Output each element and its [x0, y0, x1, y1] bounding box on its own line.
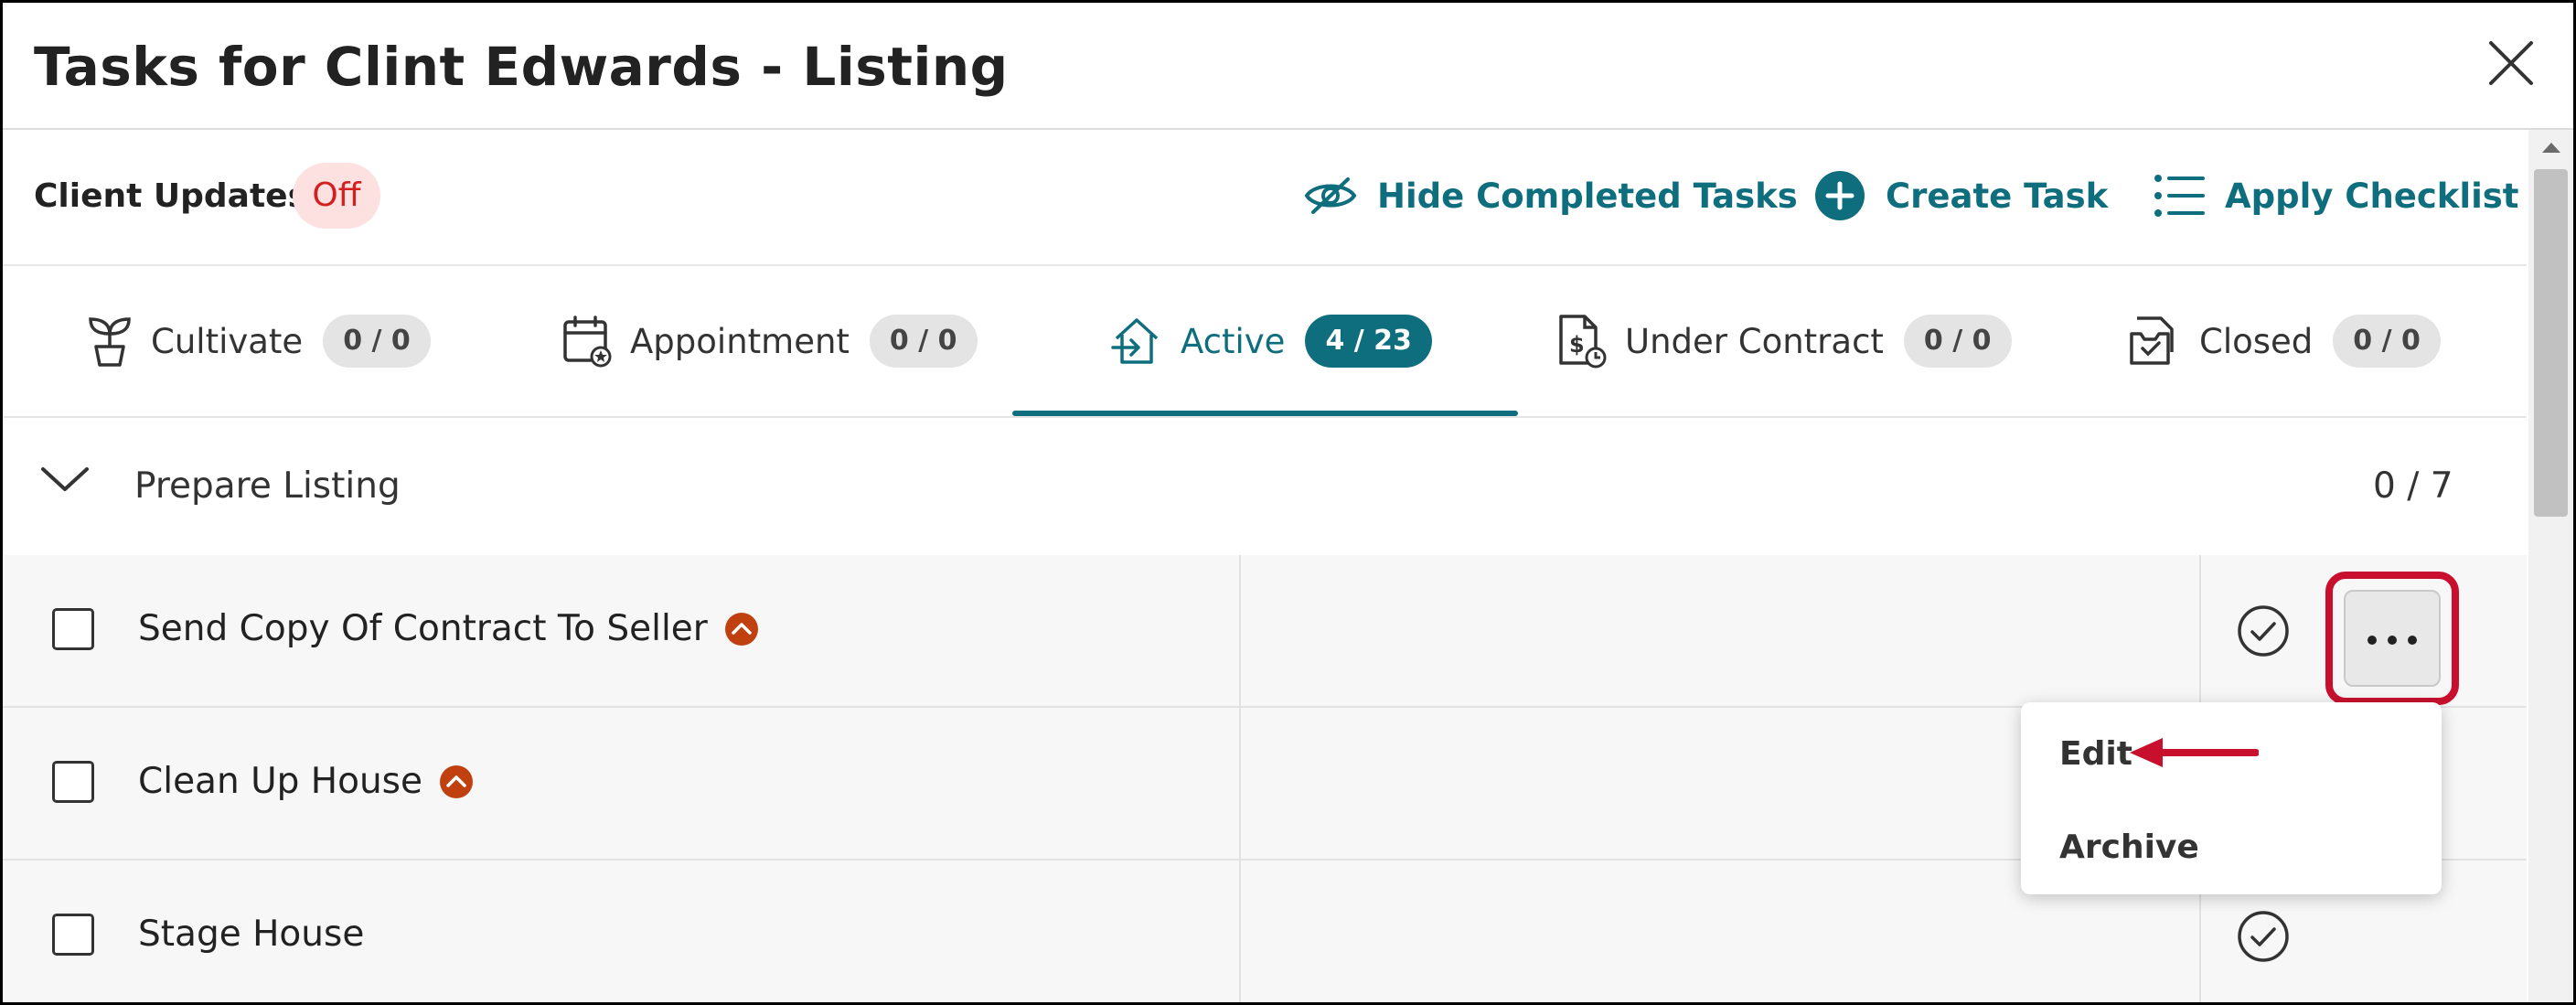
- annotation-arrow-icon: [2130, 738, 2259, 767]
- client-updates-label: Client Updates:: [34, 177, 321, 215]
- task-modal: Tasks for Clint Edwards - Listing Client…: [0, 0, 2576, 1005]
- create-task-button[interactable]: Create Task: [1814, 163, 2108, 229]
- tab-count: 0 / 0: [1903, 315, 2012, 368]
- check-circle-icon[interactable]: [2237, 910, 2290, 963]
- tab-under-contract[interactable]: $ Under Contract 0 / 0: [1557, 266, 2012, 416]
- tab-count: 0 / 0: [869, 315, 978, 368]
- tab-appointment[interactable]: Appointment 0 / 0: [562, 266, 978, 416]
- more-actions-highlight: [2325, 572, 2459, 705]
- toolbar: Client Updates: Off Hide Completed Tasks…: [3, 130, 2527, 266]
- svg-text:$: $: [1569, 332, 1585, 358]
- tab-label: Active: [1181, 321, 1286, 361]
- task-name-text: Clean Up House: [138, 761, 422, 802]
- column-divider: [1239, 708, 1241, 859]
- close-icon: [2489, 41, 2533, 85]
- hide-completed-label: Hide Completed Tasks: [1377, 176, 1798, 216]
- priority-high-icon: [440, 764, 473, 798]
- create-task-label: Create Task: [1886, 176, 2109, 216]
- more-actions-button[interactable]: [2344, 590, 2441, 687]
- calendar-star-icon: [563, 315, 612, 368]
- more-dot: [2388, 636, 2397, 645]
- tab-count: 0 / 0: [323, 315, 431, 368]
- tab-closed[interactable]: Closed 0 / 0: [2128, 266, 2441, 416]
- more-dot: [2408, 636, 2417, 645]
- eye-slash-icon: [1304, 177, 1357, 214]
- task-actions-menu: Edit Archive: [2021, 702, 2442, 894]
- hide-completed-button[interactable]: Hide Completed Tasks: [1304, 163, 1798, 229]
- menu-item-archive[interactable]: Archive: [2059, 829, 2199, 866]
- tab-label: Under Contract: [1625, 321, 1884, 361]
- modal-title: Tasks for Clint Edwards - Listing: [34, 36, 1009, 98]
- task-name: Send Copy Of Contract To Seller: [138, 608, 759, 649]
- tab-label: Cultivate: [151, 321, 304, 361]
- document-dollar-icon: $: [1559, 315, 1607, 369]
- column-divider: [2199, 555, 2201, 706]
- group-title: Prepare Listing: [134, 465, 401, 507]
- task-row: Send Copy Of Contract To Seller: [3, 555, 2527, 708]
- client-updates-toggle[interactable]: Off: [293, 163, 380, 229]
- stage-tabs: Cultivate 0 / 0 Appointment 0 / 0 Active…: [3, 266, 2527, 418]
- task-name-text: Send Copy Of Contract To Seller: [138, 608, 708, 649]
- task-checkbox[interactable]: [52, 914, 94, 956]
- task-name: Stage House: [138, 914, 364, 955]
- house-arrow-icon: [1111, 318, 1159, 364]
- apply-checklist-label: Apply Checklist: [2225, 176, 2519, 216]
- menu-item-edit[interactable]: Edit: [2059, 735, 2132, 773]
- active-tab-indicator: [1012, 411, 1518, 416]
- tab-count: 4 / 23: [1305, 315, 1432, 368]
- scrollbar-thumb[interactable]: [2534, 169, 2568, 517]
- task-name-text: Stage House: [138, 914, 365, 955]
- group-count: 0 / 7: [2373, 465, 2453, 507]
- apply-checklist-button[interactable]: Apply Checklist: [2154, 163, 2519, 229]
- chevron-down-icon[interactable]: [39, 464, 91, 495]
- check-circle-icon[interactable]: [2237, 604, 2290, 658]
- plus-circle-icon: [1815, 171, 1865, 220]
- task-checkbox[interactable]: [52, 761, 94, 803]
- tab-cultivate[interactable]: Cultivate 0 / 0: [87, 266, 431, 416]
- task-name: Clean Up House: [138, 761, 474, 802]
- priority-high-icon: [724, 612, 758, 646]
- close-button[interactable]: [2485, 37, 2537, 89]
- more-dot: [2368, 636, 2377, 645]
- column-divider: [1239, 555, 1241, 706]
- tab-count: 0 / 0: [2333, 315, 2441, 368]
- document-check-icon: [2130, 316, 2174, 365]
- plant-icon: [89, 317, 131, 367]
- task-group-header[interactable]: Prepare Listing 0 / 7: [3, 418, 2527, 555]
- tab-label: Closed: [2199, 321, 2314, 361]
- tab-active[interactable]: Active 4 / 23: [1111, 266, 1432, 416]
- checklist-icon: [2154, 175, 2205, 217]
- modal-header: Tasks for Clint Edwards - Listing: [3, 3, 2573, 130]
- column-divider: [1239, 861, 1241, 1002]
- scroll-up-icon[interactable]: [2540, 140, 2562, 155]
- task-checkbox[interactable]: [52, 608, 94, 650]
- tab-label: Appointment: [630, 321, 850, 361]
